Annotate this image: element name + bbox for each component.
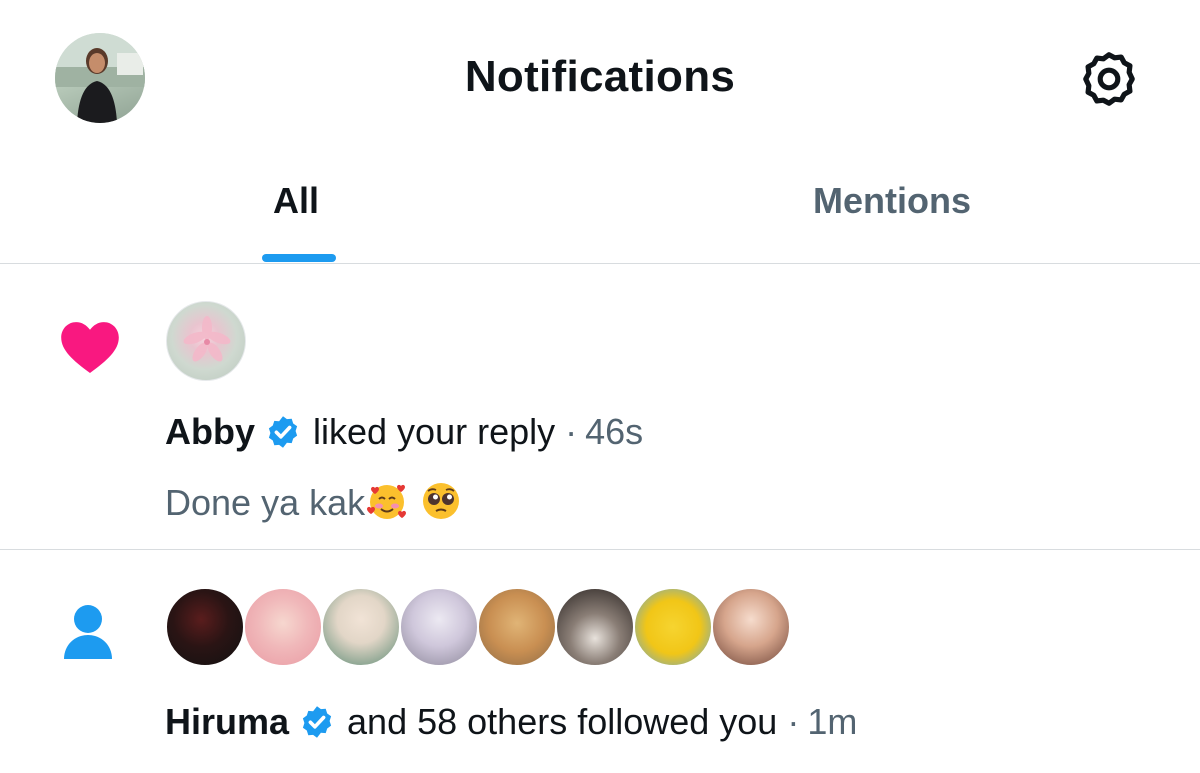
timestamp: 46s: [585, 411, 644, 452]
pleading-face-emoji: [423, 483, 460, 519]
person-icon: [64, 605, 112, 659]
follower-avatar[interactable]: [321, 587, 401, 667]
page-title: Notifications: [464, 52, 736, 101]
verified-badge-icon: [268, 416, 298, 448]
liked-reply-content[interactable]: Done ya kak: [165, 479, 463, 524]
notification-tabs: All Mentions: [0, 150, 1200, 264]
timestamp: 1m: [807, 701, 858, 742]
verified-badge-icon: [302, 706, 332, 738]
follower-avatar[interactable]: [555, 587, 635, 667]
follower-avatar[interactable]: [399, 587, 479, 667]
follower-avatar[interactable]: [243, 587, 323, 667]
top-bar: Notifications: [0, 0, 1200, 150]
settings-button[interactable]: [1078, 48, 1140, 110]
gear-icon: [1083, 52, 1135, 106]
follower-avatar[interactable]: [165, 587, 245, 667]
tab-label: All: [273, 180, 320, 221]
heart-icon: [61, 322, 119, 373]
smiling-face-with-hearts-emoji: [367, 484, 407, 519]
separator-dot: ·: [565, 411, 578, 452]
follower-avatar[interactable]: [711, 587, 791, 667]
follower-avatar[interactable]: [477, 587, 557, 667]
active-tab-indicator: [262, 254, 336, 262]
actor-name[interactable]: Abby: [165, 411, 255, 453]
tab-all[interactable]: All: [0, 150, 600, 263]
reply-text: Done ya kak: [165, 482, 366, 523]
actor-name[interactable]: Hiruma: [165, 701, 289, 743]
action-text: and 58 others followed you: [347, 701, 778, 742]
notification-follow[interactable]: Hiruma and 58 others followed you · 1m: [0, 551, 1200, 773]
notification-text: Abby liked your reply · 46s: [165, 411, 643, 453]
notification-like[interactable]: Abby liked your reply · 46s Done ya kak: [0, 265, 1200, 550]
follower-avatar[interactable]: [633, 587, 713, 667]
separator-dot: ·: [787, 701, 800, 742]
avatar-abby[interactable]: [166, 301, 246, 381]
tab-mentions[interactable]: Mentions: [600, 150, 1200, 263]
tab-label: Mentions: [813, 180, 971, 221]
notification-text: Hiruma and 58 others followed you · 1m: [165, 701, 857, 743]
action-text: liked your reply: [313, 411, 556, 452]
